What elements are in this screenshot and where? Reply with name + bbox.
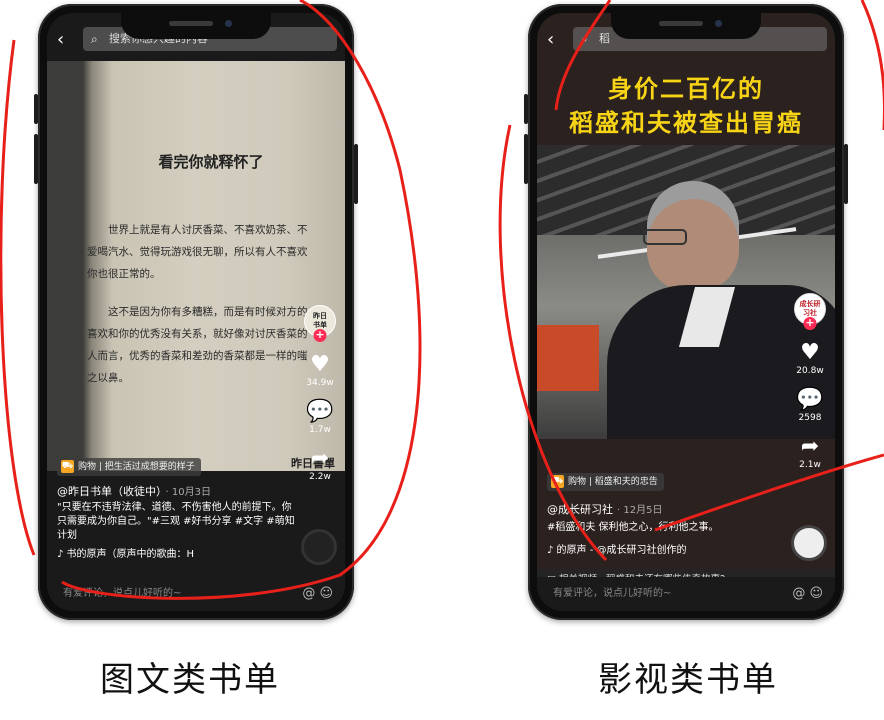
comment-icon[interactable]: 💬 bbox=[791, 388, 829, 412]
phone-side-button bbox=[524, 134, 528, 184]
shop-tag[interactable]: ⛟ 购物 | 稻盛和夫的忠告 bbox=[547, 473, 664, 491]
phone-side-button bbox=[524, 94, 528, 124]
video-description: #稻盛和夫 保利他之心，行利他之事。 bbox=[547, 522, 719, 533]
right-screen: ‹ ⌕ 稻 身价二百亿的 稻盛和夫被查出胃癌 成长研习社 + ♥ 20.8w 💬… bbox=[537, 13, 835, 611]
comment-count: 1.7w bbox=[309, 425, 331, 435]
search-icon: ⌕ bbox=[91, 32, 98, 46]
heart-icon[interactable]: ♥ bbox=[301, 353, 339, 377]
phone-side-button bbox=[844, 144, 848, 204]
book-paragraph-1: 世界上就是有人讨厌香菜、不喜欢奶茶、不爱喝汽水、觉得玩游戏很无聊，所以有人不喜欢… bbox=[87, 224, 308, 280]
comment-count: 2598 bbox=[798, 413, 822, 423]
right-phone: ‹ ⌕ 稻 身价二百亿的 稻盛和夫被查出胃癌 成长研习社 + ♥ 20.8w 💬… bbox=[524, 4, 848, 620]
book-paragraph-2: 这不是因为你有多糟糕，而是有时候对方的喜欢和你的优秀没有关系，就好像对讨厌香菜的… bbox=[87, 306, 308, 384]
caption-right: 影视类书单 bbox=[598, 660, 778, 700]
avatar[interactable]: 成长研习社 + bbox=[794, 293, 826, 330]
left-phone: 看完你就释怀了 世界上就是有人讨厌香菜、不喜欢奶茶、不爱喝汽水、觉得玩游戏很无聊… bbox=[34, 4, 358, 620]
share-icon[interactable]: ➦ bbox=[791, 435, 829, 459]
comment-tools-icons[interactable]: @ ☺ bbox=[792, 577, 823, 611]
station-sign bbox=[537, 325, 599, 391]
avatar[interactable]: 昨日书单 + bbox=[304, 305, 336, 342]
video-title-line-2: 稻盛和夫被查出胃癌 bbox=[569, 109, 803, 137]
music-ticker[interactable]: ♪ 书的原声（原声中的歌曲：H bbox=[57, 545, 247, 560]
phone-side-button bbox=[34, 134, 38, 184]
comment-input[interactable]: 有爱评论，说点儿好听的~ @ ☺ bbox=[47, 577, 345, 611]
music-ticker[interactable]: ♪ 的原声 - @成长研习社创作的 bbox=[547, 541, 737, 556]
share-count: 2.1w bbox=[799, 460, 821, 470]
action-sidebar: 成长研习社 + ♥ 20.8w 💬 2598 ➦ 2.1w bbox=[791, 293, 829, 470]
share-icon[interactable]: ➦ bbox=[301, 447, 339, 471]
phone-side-button bbox=[34, 94, 38, 124]
music-disc[interactable] bbox=[791, 525, 827, 561]
music-disc[interactable] bbox=[301, 529, 337, 565]
page-title: 看完你就释怀了 bbox=[158, 153, 264, 171]
back-arrow-icon[interactable]: ‹ bbox=[57, 29, 64, 50]
caption-left: 图文类书单 bbox=[100, 660, 280, 700]
phone-side-button bbox=[354, 144, 358, 204]
shop-tag[interactable]: ⛟ 购物 | 把生活过成想要的样子 bbox=[57, 458, 201, 476]
back-arrow-icon[interactable]: ‹ bbox=[547, 29, 554, 50]
action-sidebar: 昨日书单 + ♥ 34.9w 💬 1.7w ➦ 2.2w bbox=[301, 305, 339, 482]
author-name[interactable]: @昨日书单（收徒中） · 10月3日 bbox=[57, 483, 211, 499]
follow-plus-icon[interactable]: + bbox=[803, 317, 817, 330]
search-placeholder: 稻 bbox=[599, 32, 610, 45]
man-glasses bbox=[643, 229, 687, 245]
video-description: "只要在不违背法律、道德、不伤害他人的前提下。你只需要成为你自己。"#三观 #好… bbox=[57, 502, 295, 541]
notch bbox=[611, 13, 761, 39]
author-name[interactable]: @成长研习社 · 12月5日 bbox=[547, 501, 662, 517]
like-count: 20.8w bbox=[796, 366, 824, 376]
comment-input[interactable]: 有爱评论，说点儿好听的~ @ ☺ bbox=[537, 577, 835, 611]
cart-icon: ⛟ bbox=[61, 460, 74, 473]
like-count: 34.9w bbox=[306, 378, 334, 388]
follow-plus-icon[interactable]: + bbox=[313, 329, 327, 342]
right-annotation-arc bbox=[860, 0, 884, 130]
cart-icon: ⛟ bbox=[551, 475, 564, 488]
video-title-line-1: 身价二百亿的 bbox=[608, 75, 764, 103]
search-icon: ⌕ bbox=[581, 32, 588, 46]
comment-icon[interactable]: 💬 bbox=[301, 400, 339, 424]
share-count: 2.2w bbox=[309, 472, 331, 482]
heart-icon[interactable]: ♥ bbox=[791, 341, 829, 365]
comment-tools-icons[interactable]: @ ☺ bbox=[302, 577, 333, 611]
notch bbox=[121, 13, 271, 39]
left-screen: 看完你就释怀了 世界上就是有人讨厌香菜、不喜欢奶茶、不爱喝汽水、觉得玩游戏很无聊… bbox=[47, 13, 345, 611]
